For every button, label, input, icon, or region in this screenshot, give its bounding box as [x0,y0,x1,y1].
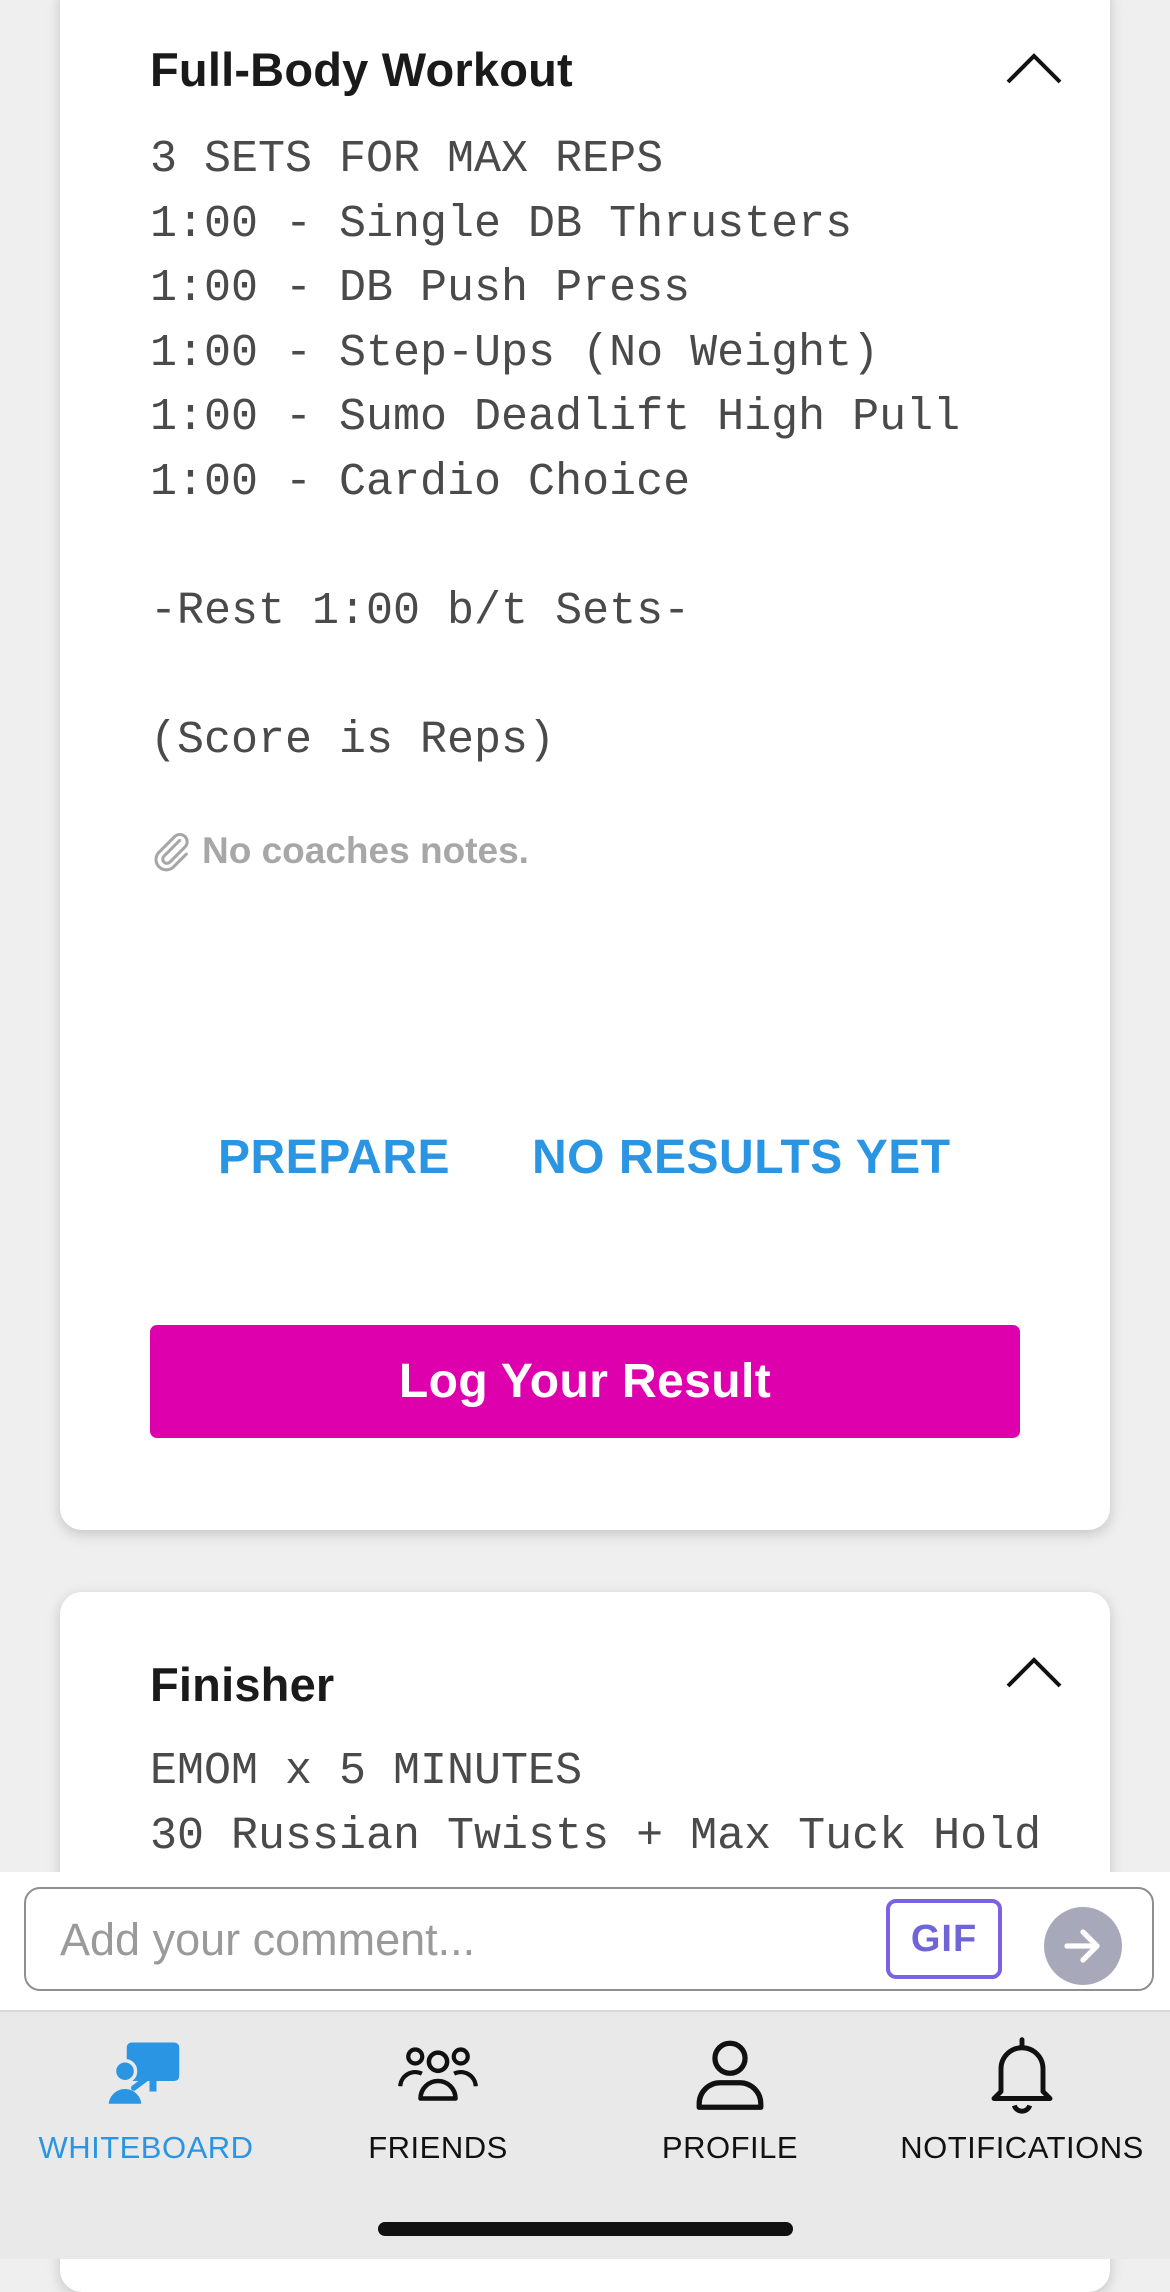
notes-text: No coaches notes. [202,830,529,871]
finisher-title: Finisher [150,1658,335,1711]
bottom-tab-bar: WHITEBOARD FRIENDS PROFILE NOTIFICATIONS [0,2010,1170,2259]
bell-icon [991,2037,1053,2114]
log-your-result-button[interactable]: Log Your Result [150,1325,1020,1438]
paperclip-icon [154,832,189,872]
comment-bar: GIF [0,1872,1170,2010]
workout-description: 3 SETS FOR MAX REPS 1:00 - Single DB Thr… [150,134,961,767]
workout-title: Full-Body Workout [150,43,573,96]
prepare-button[interactable]: PREPARE [218,1130,450,1185]
tab-profile[interactable]: PROFILE [584,2024,876,2174]
tab-friends[interactable]: FRIENDS [292,2024,584,2174]
tab-whiteboard[interactable]: WHITEBOARD [0,2024,292,2174]
collapse-chevron-up-icon[interactable] [1004,1652,1064,1692]
send-button[interactable] [1044,1907,1122,1985]
action-links: PREPARE NO RESULTS YET [60,1130,1110,1190]
workout-card: Full-Body Workout 3 SETS FOR MAX REPS 1:… [60,0,1110,1530]
tab-whiteboard-label: WHITEBOARD [38,2130,254,2165]
gif-button[interactable]: GIF [886,1899,1002,1979]
tab-notifications-label: NOTIFICATIONS [900,2130,1144,2165]
whiteboard-icon [105,2042,180,2108]
no-results-yet-button[interactable]: NO RESULTS YET [532,1130,951,1185]
tab-profile-label: PROFILE [661,2130,799,2165]
tab-friends-label: FRIENDS [368,2130,508,2165]
profile-icon [696,2040,764,2110]
home-indicator [378,2222,793,2236]
collapse-chevron-up-icon[interactable] [1004,48,1064,88]
tab-notifications[interactable]: NOTIFICATIONS [876,2024,1168,2174]
coaches-notes: No coaches notes. [148,828,529,874]
friends-icon [398,2047,478,2101]
comment-box: GIF [24,1887,1154,1991]
arrow-right-icon [1064,1929,1100,1963]
finisher-description: EMOM x 5 MINUTES 30 Russian Twists + Max… [150,1746,1042,1862]
comment-input[interactable] [58,1911,882,1969]
